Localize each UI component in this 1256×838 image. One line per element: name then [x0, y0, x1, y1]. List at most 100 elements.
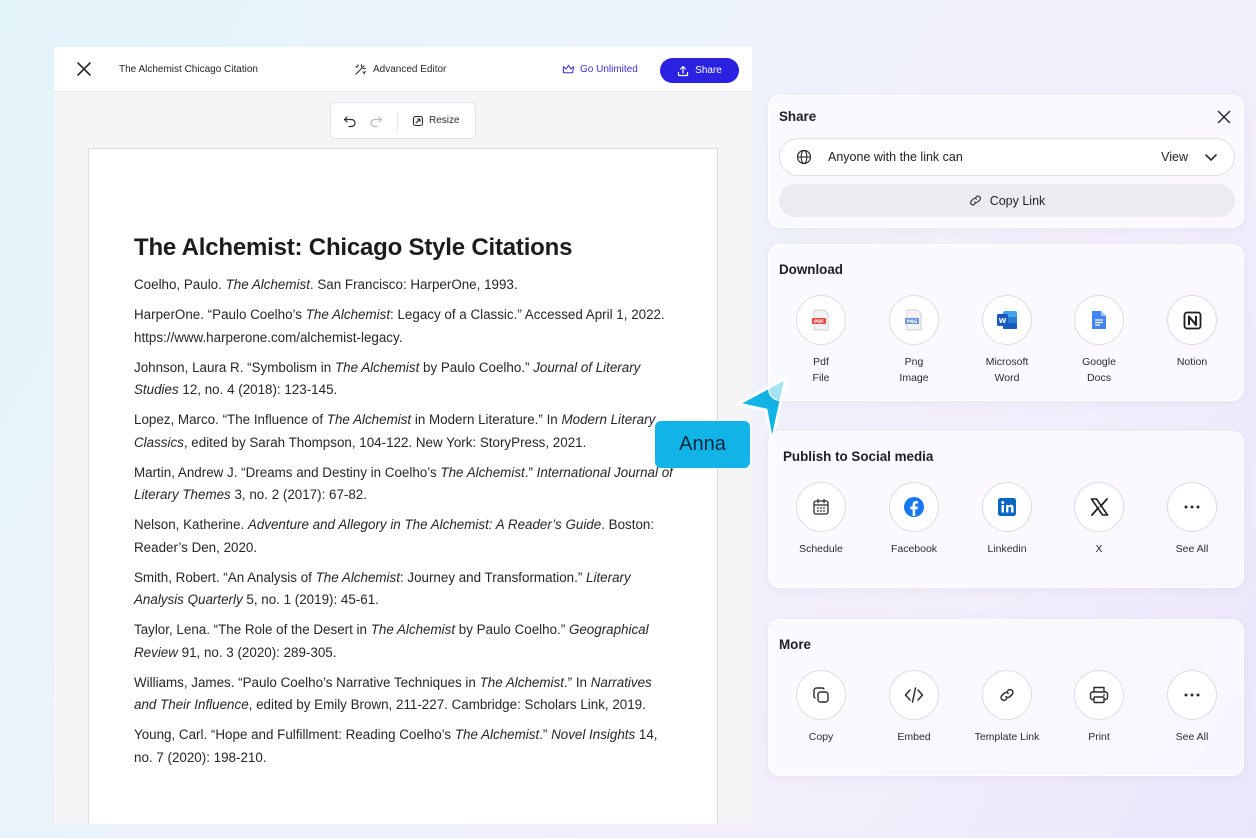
link-icon — [982, 670, 1032, 720]
social-options: Schedule Facebook Linkedin X See All — [769, 482, 1243, 582]
schedule-label: Schedule — [799, 543, 843, 555]
share-panel-title: Share — [779, 109, 817, 124]
more-panel-title: More — [779, 637, 811, 652]
editor-window: The Alchemist Chicago Citation Advanced … — [54, 47, 752, 824]
calendar-icon — [796, 482, 846, 532]
download-google-docs-label: Google Docs — [1082, 356, 1116, 384]
link-access-value: View — [1161, 150, 1188, 164]
svg-text:W: W — [999, 317, 1007, 325]
resize-button[interactable]: Resize — [412, 115, 460, 127]
copy-label: Copy — [808, 731, 834, 743]
chevron-down-icon — [1205, 154, 1217, 161]
see-all-social-option[interactable]: See All — [1146, 482, 1238, 557]
citation-entry: Martin, Andrew J. “Dreams and Destiny in… — [134, 464, 673, 503]
download-notion-label: Notion — [1176, 356, 1208, 368]
crown-icon — [562, 64, 575, 74]
go-unlimited-label: Go Unlimited — [580, 63, 638, 75]
word-icon: W — [982, 295, 1032, 345]
download-word-label: Microsoft Word — [985, 356, 1029, 384]
see-all-more-option[interactable]: See All — [1146, 670, 1238, 745]
download-pdf-option[interactable]: PDF Pdf File — [775, 295, 867, 386]
copy-link-label: Copy Link — [989, 193, 1046, 208]
share-panel: Share Anyone with the link can View Copy… — [768, 95, 1244, 228]
notion-icon — [1167, 295, 1217, 345]
linkedin-option[interactable]: Linkedin — [961, 482, 1053, 557]
citation-entry: Taylor, Lena. “The Role of the Desert in… — [134, 622, 649, 660]
download-word-option[interactable]: W Microsoft Word — [961, 295, 1053, 386]
download-notion-option[interactable]: Notion — [1146, 295, 1238, 370]
download-pdf-label: Pdf File — [812, 356, 830, 384]
linkedin-label: Linkedin — [987, 543, 1027, 555]
globe-icon — [796, 149, 812, 165]
download-png-label: Png Image — [899, 356, 929, 384]
print-option[interactable]: Print — [1053, 670, 1145, 745]
copy-option[interactable]: Copy — [775, 670, 867, 745]
download-png-option[interactable]: PNG Png Image — [868, 295, 960, 386]
png-icon: PNG — [889, 295, 939, 345]
citation-entry: Coelho, Paulo. The Alchemist. San Franci… — [134, 277, 518, 292]
citation-entry: Lopez, Marco. “The Influence of The Alch… — [134, 412, 656, 450]
facebook-option[interactable]: Facebook — [868, 482, 960, 557]
advanced-editor-button[interactable]: Advanced Editor — [354, 63, 446, 76]
google-docs-icon — [1074, 295, 1124, 345]
document-heading: The Alchemist: Chicago Style Citations — [134, 234, 573, 261]
citation-entry: Nelson, Katherine. Adventure and Allegor… — [134, 517, 655, 555]
link-access-dropdown[interactable]: Anyone with the link can View — [779, 138, 1235, 176]
toolbar-divider — [397, 111, 398, 130]
document-page[interactable]: The Alchemist: Chicago Style Citations C… — [88, 148, 718, 824]
social-panel-title: Publish to Social media — [783, 449, 934, 464]
citation-list: Coelho, Paulo. The Alchemist. San Franci… — [134, 274, 674, 777]
citation-entry: HarperOne. “Paulo Coelho’s The Alchemist… — [134, 307, 665, 345]
advanced-editor-label: Advanced Editor — [373, 64, 447, 75]
x-option[interactable]: X — [1053, 482, 1145, 557]
download-options: PDF Pdf File PNG Png Image W Microsoft W… — [769, 295, 1243, 395]
link-access-label: Anyone with the link can — [828, 150, 963, 164]
upload-icon — [678, 65, 689, 76]
share-button-label: Share — [695, 65, 722, 76]
linkedin-icon — [982, 482, 1032, 532]
resize-icon — [412, 115, 424, 126]
download-panel-title: Download — [779, 262, 843, 277]
citation-entry: Smith, Robert. “An Analysis of The Alche… — [134, 569, 631, 608]
svg-text:PDF: PDF — [814, 319, 824, 325]
facebook-label: Facebook — [890, 543, 938, 555]
more-icon — [1167, 670, 1217, 720]
citation-entry: Johnson, Laura R. “Symbolism in The Alch… — [134, 359, 641, 398]
more-options: Copy Embed Template Link Print See All — [769, 670, 1243, 770]
see-all-social-label: See All — [1175, 543, 1209, 555]
resize-label: Resize — [429, 115, 460, 126]
social-publish-panel: Publish to Social media Schedule Faceboo… — [768, 431, 1244, 588]
print-label: Print — [1088, 731, 1110, 743]
page-toolbar: Resize — [330, 102, 476, 139]
copy-link-button[interactable]: Copy Link — [779, 184, 1235, 217]
citation-entry: Young, Carl. “Hope and Fulfillment: Read… — [134, 727, 658, 765]
share-button[interactable]: Share — [660, 58, 739, 83]
pdf-icon: PDF — [796, 295, 846, 345]
template-link-label: Template Link — [974, 731, 1040, 743]
document-title: The Alchemist Chicago Citation — [119, 64, 258, 75]
code-icon — [889, 670, 939, 720]
embed-label: Embed — [897, 731, 931, 743]
redo-icon[interactable] — [369, 114, 383, 128]
template-link-option[interactable]: Template Link — [961, 670, 1053, 745]
more-icon — [1167, 482, 1217, 532]
magic-wand-icon — [355, 64, 366, 75]
printer-icon — [1074, 670, 1124, 720]
undo-icon[interactable] — [343, 114, 357, 128]
link-icon — [969, 195, 981, 206]
close-icon[interactable] — [1217, 110, 1231, 124]
x-label: X — [1095, 543, 1103, 555]
download-panel: Download PDF Pdf File PNG Png Image W Mi… — [768, 244, 1244, 401]
citation-entry: Williams, James. “Paulo Coelho’s Narrati… — [134, 674, 652, 713]
x-icon — [1074, 482, 1124, 532]
see-all-more-label: See All — [1175, 731, 1209, 743]
svg-text:PNG: PNG — [907, 319, 918, 325]
schedule-option[interactable]: Schedule — [775, 482, 867, 557]
collaborator-name-tag: Anna — [655, 421, 750, 468]
facebook-icon — [889, 482, 939, 532]
more-panel: More Copy Embed Template Link Print See … — [768, 619, 1244, 776]
close-icon[interactable] — [76, 61, 92, 77]
go-unlimited-button[interactable]: Go Unlimited — [562, 63, 638, 75]
download-google-docs-option[interactable]: Google Docs — [1053, 295, 1145, 386]
embed-option[interactable]: Embed — [868, 670, 960, 745]
